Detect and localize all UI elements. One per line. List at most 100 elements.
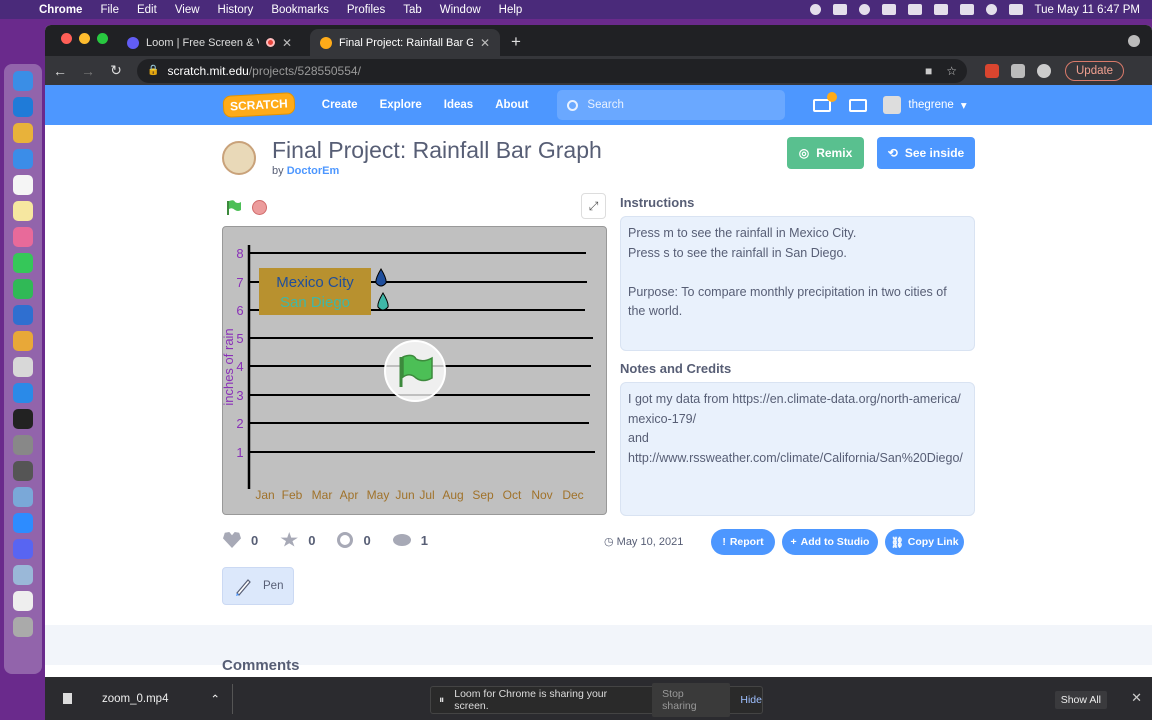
menu-tab[interactable]: Tab (394, 4, 431, 16)
close-tab-icon[interactable]: ✕ (480, 36, 490, 50)
extension-icon[interactable] (985, 63, 999, 78)
finder-icon[interactable] (13, 71, 33, 91)
safari-icon[interactable] (13, 97, 33, 117)
lock-icon[interactable]: 🔒 (147, 65, 159, 76)
stop-icon[interactable] (252, 200, 267, 215)
menu-history[interactable]: History (209, 4, 263, 16)
search-input[interactable]: Search (557, 90, 786, 120)
scratch-logo[interactable]: SCRATCH (222, 92, 296, 118)
maximize-window-button[interactable] (97, 33, 108, 44)
bookmark-star-icon[interactable]: ☆ (946, 64, 957, 78)
battery-icon[interactable] (933, 4, 948, 15)
zoom-icon[interactable] (13, 513, 33, 533)
screenshot-icon[interactable] (13, 565, 33, 585)
nav-explore[interactable]: Explore (369, 99, 433, 111)
wifi-icon[interactable] (959, 4, 974, 15)
instructions-line: Press s to see the rainfall in San Diego… (628, 245, 847, 260)
copy-link-button[interactable]: ⛓ Copy Link (885, 529, 964, 555)
control-center-icon[interactable] (1008, 4, 1023, 15)
quicktime-icon[interactable] (13, 487, 33, 507)
calculator-icon[interactable] (13, 461, 33, 481)
remix-icon: ◎ (798, 146, 810, 160)
favorites-stat[interactable]: 0 (280, 532, 315, 548)
macos-menubar: Chrome File Edit View History Bookmarks … (0, 0, 1152, 19)
close-window-button[interactable] (61, 33, 72, 44)
my-stuff-folder-icon[interactable] (849, 98, 868, 112)
update-button[interactable]: Update (1065, 60, 1125, 81)
clock[interactable]: Tue May 11 6:47 PM (1035, 4, 1140, 16)
pages-icon[interactable] (13, 331, 33, 351)
camera-icon[interactable]: ■ (925, 64, 932, 78)
play-icon[interactable] (858, 4, 870, 15)
profile-avatar-icon[interactable] (1037, 63, 1051, 78)
menu-window[interactable]: Window (431, 4, 490, 16)
report-button[interactable]: ! Report (711, 529, 775, 555)
author-avatar[interactable] (222, 141, 256, 175)
discord-icon[interactable] (13, 539, 33, 559)
mail-icon-dock[interactable] (13, 149, 33, 169)
download-item[interactable]: zoom_0.mp4 ⌃ (45, 683, 233, 714)
messages-icon[interactable] (13, 253, 33, 273)
show-all-button[interactable]: Show All (1054, 691, 1107, 709)
preview-icon[interactable] (13, 357, 33, 377)
back-icon[interactable]: ← (53, 63, 67, 79)
new-tab-icon[interactable]: + (511, 32, 521, 52)
address-bar[interactable]: 🔒 scratch.mit.edu/projects/528550554/ ■ … (137, 58, 967, 83)
nav-ideas[interactable]: Ideas (433, 99, 484, 111)
see-inside-label: See inside (904, 146, 965, 160)
app-store-icon[interactable] (13, 383, 33, 403)
close-tab-icon[interactable]: ✕ (282, 36, 292, 50)
microphone-icon[interactable] (809, 4, 821, 15)
photos-icon[interactable] (13, 227, 33, 247)
document-icon[interactable] (13, 591, 33, 611)
chrome-icon[interactable] (13, 123, 33, 143)
pen-extension-chip: Pen (222, 567, 294, 605)
nav-about[interactable]: About (484, 99, 539, 111)
hide-button[interactable]: Hide (740, 694, 762, 706)
tab-search-icon[interactable] (1128, 35, 1140, 47)
tab-title: Loom | Free Screen & Video (146, 36, 259, 49)
numbers-icon[interactable] (13, 305, 33, 325)
project-stage[interactable]: 1 2 3 4 5 6 7 8 Jan Feb Mar Apr May Jun Jul Aug Sep Oct N… (222, 226, 607, 515)
menu-view[interactable]: View (166, 4, 209, 16)
add-to-studio-button[interactable]: + Add to Studio (782, 529, 878, 555)
trash-icon[interactable] (13, 617, 33, 637)
chevron-up-icon[interactable]: ⌃ (210, 692, 220, 706)
month-label: Jun (395, 488, 414, 502)
remix-button[interactable]: ◎ Remix (787, 137, 864, 169)
system-preferences-icon[interactable] (13, 435, 33, 455)
zoom-status-icon[interactable] (832, 4, 847, 15)
calendar-icon[interactable] (13, 175, 33, 195)
menu-app[interactable]: Chrome (30, 4, 91, 16)
nav-create[interactable]: Create (311, 99, 369, 111)
green-flag-icon[interactable] (226, 200, 242, 215)
tab-loom[interactable]: Loom | Free Screen & Video ✕ (117, 29, 302, 56)
tab-scratch-project[interactable]: Final Project: Rainfall Bar Graph ✕ (310, 29, 500, 56)
instructions-line: Purpose: To compare monthly precipitatio… (628, 284, 947, 319)
facetime-icon[interactable] (13, 279, 33, 299)
user-menu[interactable]: thegrene ▾ (883, 96, 967, 114)
mexico-raindrop (375, 268, 387, 287)
reload-icon[interactable]: ↻ (109, 62, 123, 79)
messages-icon[interactable] (813, 91, 838, 112)
puzzle-icon[interactable] (1011, 63, 1025, 78)
see-inside-button[interactable]: ⟲ See inside (877, 137, 975, 169)
author-link[interactable]: DoctorEm (287, 165, 340, 177)
menu-profiles[interactable]: Profiles (338, 4, 394, 16)
menu-bookmarks[interactable]: Bookmarks (262, 4, 338, 16)
spotlight-icon[interactable] (985, 4, 997, 15)
menu-file[interactable]: File (91, 4, 128, 16)
terminal-icon[interactable] (13, 409, 33, 429)
minimize-window-button[interactable] (79, 33, 90, 44)
loves-stat[interactable]: 0 (223, 532, 258, 548)
stop-sharing-button[interactable]: Stop sharing (652, 683, 731, 717)
forward-icon[interactable]: → (81, 63, 95, 79)
bluetooth-icon[interactable] (907, 4, 922, 15)
notes-icon[interactable] (13, 201, 33, 221)
menu-help[interactable]: Help (490, 4, 532, 16)
volume-icon[interactable] (881, 4, 896, 15)
loom-favicon-icon (127, 36, 139, 49)
close-download-bar-icon[interactable]: ✕ (1131, 690, 1142, 706)
fullscreen-icon[interactable]: ⤢ (581, 193, 606, 219)
menu-edit[interactable]: Edit (128, 4, 166, 16)
